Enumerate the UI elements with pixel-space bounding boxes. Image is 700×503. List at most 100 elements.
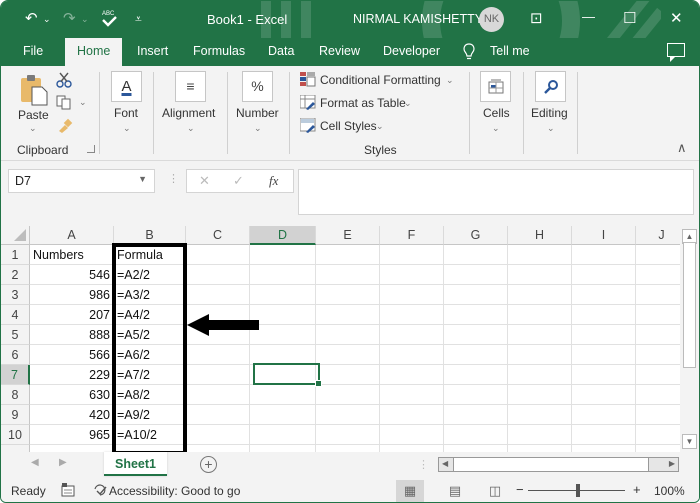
clipboard-dialog-launcher-icon[interactable]: [87, 145, 95, 153]
cell-i6[interactable]: [572, 345, 636, 365]
cell-e7[interactable]: [316, 365, 380, 385]
zoom-slider-thumb[interactable]: [576, 484, 580, 497]
cell-d9[interactable]: [250, 405, 316, 425]
cell-e4[interactable]: [316, 305, 380, 325]
row-header[interactable]: 5: [1, 325, 30, 345]
cell-b6[interactable]: =A6/2: [114, 345, 186, 365]
accessibility-icon[interactable]: [92, 483, 108, 497]
row-header[interactable]: 4: [1, 305, 30, 325]
undo-dropdown-icon[interactable]: ⌄: [43, 14, 51, 25]
macro-record-icon[interactable]: [61, 483, 75, 497]
cell-d10[interactable]: [250, 425, 316, 445]
horizontal-scrollbar[interactable]: ◀ ▶: [438, 457, 679, 472]
normal-view-button[interactable]: ▦: [396, 480, 424, 502]
row-header[interactable]: 6: [1, 345, 30, 365]
undo-icon[interactable]: ↶: [25, 9, 38, 27]
paste-dropdown-icon[interactable]: ⌄: [29, 123, 37, 134]
spelling-check-icon[interactable]: ABC: [101, 9, 118, 27]
cell-h1[interactable]: [508, 245, 572, 265]
row-header[interactable]: 3: [1, 285, 30, 305]
cell-b11[interactable]: [114, 445, 186, 452]
cell-d3[interactable]: [250, 285, 316, 305]
column-header-a[interactable]: A: [30, 226, 114, 245]
cell-d11[interactable]: [250, 445, 316, 452]
horizontal-scroll-thumb[interactable]: [453, 458, 649, 471]
cell-i5[interactable]: [572, 325, 636, 345]
copy-dropdown-icon[interactable]: ⌄: [79, 97, 87, 108]
cell-g9[interactable]: [444, 405, 508, 425]
enter-icon[interactable]: ✓: [233, 173, 244, 189]
cell-f5[interactable]: [380, 325, 444, 345]
cell-b9[interactable]: =A9/2: [114, 405, 186, 425]
cell-a9[interactable]: 420: [30, 405, 114, 425]
cell-f10[interactable]: [380, 425, 444, 445]
cell-f8[interactable]: [380, 385, 444, 405]
row-header[interactable]: 9: [1, 405, 30, 425]
column-header-d[interactable]: D: [250, 226, 316, 245]
cell-i1[interactable]: [572, 245, 636, 265]
cell-d2[interactable]: [250, 265, 316, 285]
cell-e5[interactable]: [316, 325, 380, 345]
format-painter-icon[interactable]: [57, 118, 73, 133]
vertical-scroll-thumb[interactable]: [683, 242, 696, 368]
cell-h11[interactable]: [508, 445, 572, 452]
prev-sheet-icon[interactable]: ◀: [31, 457, 39, 468]
formula-input[interactable]: [298, 169, 694, 215]
cell-e3[interactable]: [316, 285, 380, 305]
cell-e6[interactable]: [316, 345, 380, 365]
tab-formulas[interactable]: Formulas: [193, 44, 245, 58]
cell-i7[interactable]: [572, 365, 636, 385]
select-all-button[interactable]: [1, 226, 30, 245]
cell-h8[interactable]: [508, 385, 572, 405]
cell-i10[interactable]: [572, 425, 636, 445]
cell-e9[interactable]: [316, 405, 380, 425]
collapse-ribbon-icon[interactable]: ∧: [677, 140, 687, 156]
scroll-down-button[interactable]: ▼: [682, 434, 697, 449]
cell-c1[interactable]: [186, 245, 250, 265]
cell-c11[interactable]: [186, 445, 250, 452]
cell-g4[interactable]: [444, 305, 508, 325]
cell-c2[interactable]: [186, 265, 250, 285]
cancel-icon[interactable]: ✕: [199, 173, 210, 189]
cell-h9[interactable]: [508, 405, 572, 425]
cell-a2[interactable]: 546: [30, 265, 114, 285]
cell-f9[interactable]: [380, 405, 444, 425]
cell-b2[interactable]: =A2/2: [114, 265, 186, 285]
active-cell-selection[interactable]: [253, 363, 322, 387]
cell-i4[interactable]: [572, 305, 636, 325]
row-header[interactable]: 7: [1, 365, 30, 385]
cell-a1[interactable]: Numbers: [30, 245, 114, 265]
next-sheet-icon[interactable]: ▶: [59, 457, 67, 468]
row-header[interactable]: 10: [1, 425, 30, 445]
scroll-right-button[interactable]: ▶: [669, 459, 675, 468]
cell-i11[interactable]: [572, 445, 636, 452]
cell-d8[interactable]: [250, 385, 316, 405]
row-header[interactable]: 2: [1, 265, 30, 285]
cell-c8[interactable]: [186, 385, 250, 405]
cell-f1[interactable]: [380, 245, 444, 265]
zoom-out-button[interactable]: −: [516, 482, 524, 497]
cell-a5[interactable]: 888: [30, 325, 114, 345]
cell-h10[interactable]: [508, 425, 572, 445]
row-header[interactable]: 1: [1, 245, 30, 265]
cell-h3[interactable]: [508, 285, 572, 305]
redo-dropdown-icon[interactable]: ⌄: [81, 14, 89, 25]
row-header[interactable]: [1, 445, 30, 452]
cell-e8[interactable]: [316, 385, 380, 405]
cell-h6[interactable]: [508, 345, 572, 365]
redo-icon[interactable]: ↷: [63, 9, 76, 27]
cell-a4[interactable]: 207: [30, 305, 114, 325]
insert-function-icon[interactable]: fx: [269, 173, 278, 189]
column-header-i[interactable]: I: [572, 226, 636, 245]
cell-b1[interactable]: Formula: [114, 245, 186, 265]
cell-b4[interactable]: =A4/2: [114, 305, 186, 325]
cell-c6[interactable]: [186, 345, 250, 365]
cell-a7[interactable]: 229: [30, 365, 114, 385]
tab-split-handle[interactable]: ⋮: [418, 458, 429, 471]
cell-b10[interactable]: =A10/2: [114, 425, 186, 445]
vertical-scrollbar[interactable]: ▲ ▼: [680, 226, 699, 452]
column-header-e[interactable]: E: [316, 226, 380, 245]
column-header-h[interactable]: H: [508, 226, 572, 245]
name-box[interactable]: D7 ▼: [8, 169, 155, 193]
cell-g6[interactable]: [444, 345, 508, 365]
